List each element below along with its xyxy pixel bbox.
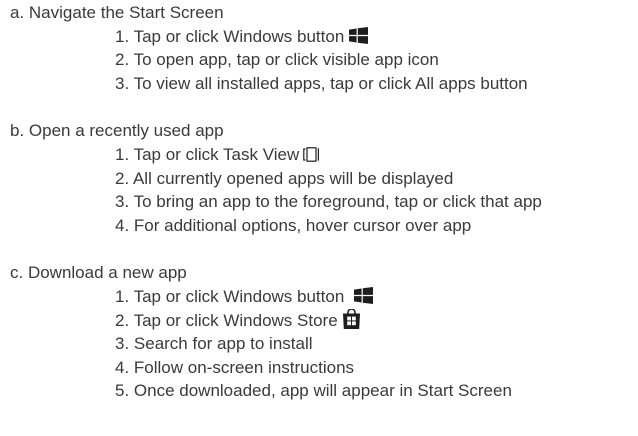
windows-logo-icon bbox=[349, 26, 369, 51]
step-text: 4. For additional options, hover cursor … bbox=[115, 215, 472, 235]
section-c-steps: 1. Tap or click Windows button 2. Tap or… bbox=[10, 285, 630, 403]
windows-store-icon bbox=[342, 307, 361, 336]
list-item: 2. To open app, tap or click visible app… bbox=[115, 48, 630, 72]
step-text: 3. To bring an app to the foreground, ta… bbox=[115, 192, 542, 212]
step-text: 2. All currently opened apps will be dis… bbox=[115, 168, 454, 188]
list-item: 2. All currently opened apps will be dis… bbox=[115, 167, 630, 191]
list-item: 1. Tap or click Task View bbox=[115, 143, 630, 167]
list-item: 4. Follow on-screen instructions bbox=[115, 356, 630, 380]
task-view-icon bbox=[303, 145, 320, 169]
section-a-steps: 1. Tap or click Windows button 2. To ope… bbox=[10, 25, 630, 96]
section-b-steps: 1. Tap or click Task View 2. All current… bbox=[10, 143, 630, 237]
list-item: 4. For additional options, hover cursor … bbox=[115, 214, 630, 238]
windows-logo-icon bbox=[354, 286, 374, 311]
step-text: 3. To view all installed apps, tap or cl… bbox=[115, 73, 528, 93]
step-text: 5. Once downloaded, app will appear in S… bbox=[115, 381, 512, 401]
step-text: 3. Search for app to install bbox=[115, 334, 313, 354]
list-item: 3. To view all installed apps, tap or cl… bbox=[115, 72, 630, 96]
step-text: 1. Tap or click Windows button bbox=[115, 26, 345, 46]
instructions-document: a. Navigate the Start Screen 1. Tap or c… bbox=[10, 1, 630, 403]
step-text: 4. Follow on-screen instructions bbox=[115, 357, 355, 377]
step-text: 2. To open app, tap or click visible app… bbox=[115, 50, 439, 70]
section-b-title: b. Open a recently used app bbox=[10, 121, 224, 141]
list-item: 5. Once downloaded, app will appear in S… bbox=[115, 379, 630, 403]
list-item: 1. Tap or click Windows button bbox=[115, 285, 630, 309]
list-item: 2. Tap or click Windows Store bbox=[115, 307, 630, 336]
step-text: 1. Tap or click Windows button bbox=[115, 286, 345, 306]
list-item: 1. Tap or click Windows button bbox=[115, 25, 630, 49]
list-item: 3. To bring an app to the foreground, ta… bbox=[115, 190, 630, 214]
section-a-title: a. Navigate the Start Screen bbox=[10, 3, 224, 22]
list-item: 3. Search for app to install bbox=[115, 332, 630, 356]
step-text: 2. Tap or click Windows Store bbox=[115, 310, 338, 330]
step-text: 1. Tap or click Task View bbox=[115, 144, 300, 164]
section-c-title: c. Download a new app bbox=[10, 263, 187, 283]
